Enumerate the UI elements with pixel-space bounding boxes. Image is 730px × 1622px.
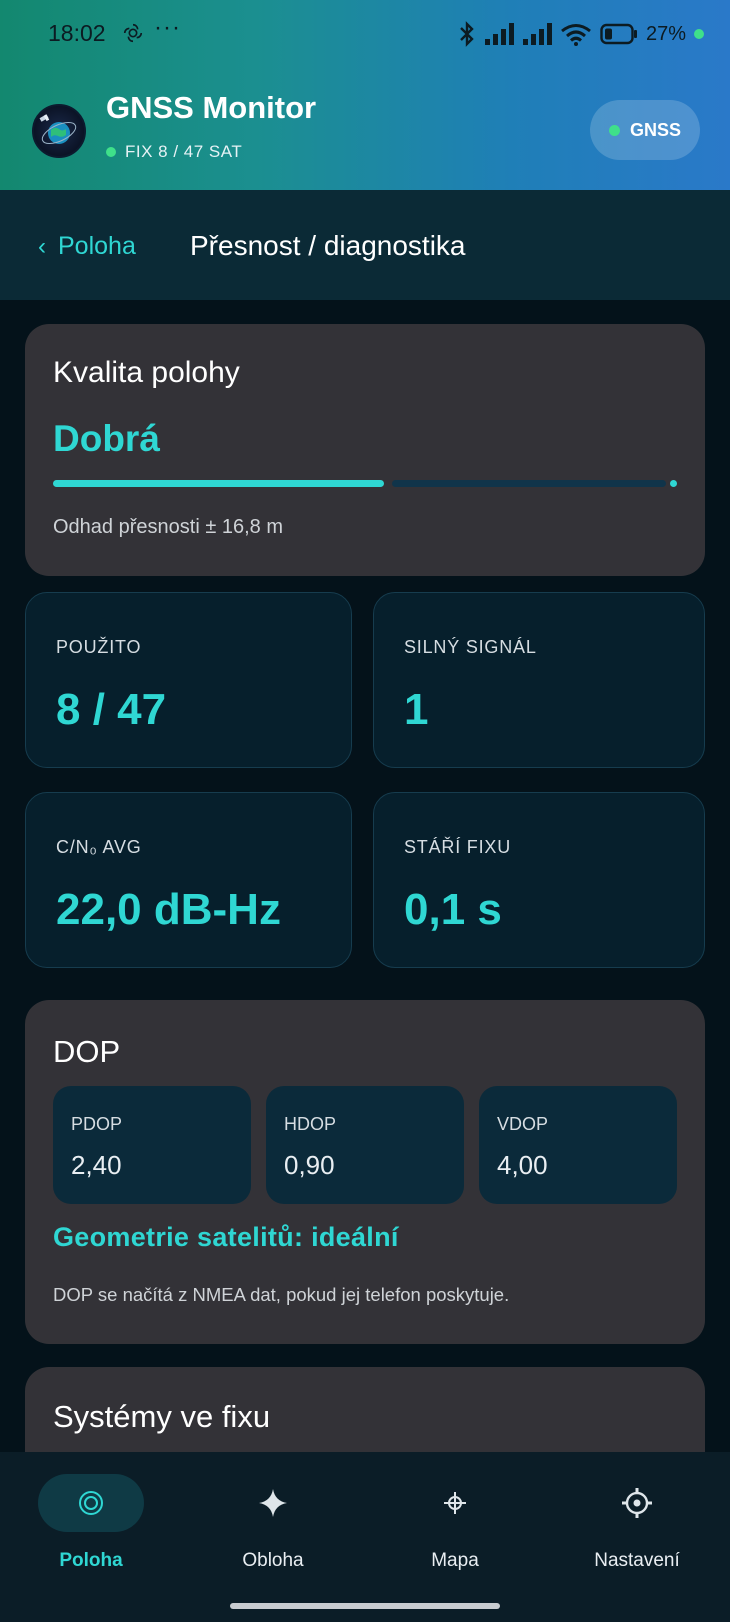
dop-hdop: HDOP 0,90: [266, 1086, 464, 1204]
app-logo-icon: [32, 104, 86, 158]
stat-used-label: POUŽITO: [56, 637, 142, 657]
battery-percent: 27%: [645, 22, 686, 45]
dop-note: DOP se načítá z NMEA dat, pokud jej tele…: [53, 1284, 510, 1305]
stat-used-value: 8 / 47: [56, 685, 167, 734]
sparkle-icon: [259, 1489, 287, 1517]
nav-label-mapa: Mapa: [431, 1550, 479, 1571]
quality-progress-fill: [53, 480, 384, 487]
satellite-globe-icon: [39, 114, 77, 145]
gnss-pill-label: GNSS: [629, 119, 681, 140]
stat-strong-signal-label: SILNÝ SIGNÁL: [404, 637, 537, 657]
chatgpt-icon: [123, 23, 143, 43]
dop-card: DOP PDOP 2,40 HDOP 0,90 VDOP 4,00 Geomet…: [25, 1000, 705, 1344]
nav-label-poloha: Poloha: [59, 1550, 123, 1571]
chevron-left-icon: ‹: [38, 232, 46, 260]
stat-strong-signal-value: 1: [404, 685, 429, 734]
stat-cn0-avg-label: C/N₀ AVG: [56, 837, 142, 857]
signal-icon-1: [484, 23, 514, 45]
battery-icon: [600, 23, 637, 45]
dop-vdop-label: VDOP: [497, 1114, 549, 1134]
app-title: GNSS Monitor: [106, 90, 317, 125]
dop-title: DOP: [53, 1034, 121, 1069]
dop-hdop-value: 0,90: [284, 1150, 335, 1180]
quality-progress-bar: [53, 480, 677, 487]
back-button[interactable]: ‹ Poloha: [38, 232, 136, 261]
quality-card: Kvalita polohy Dobrá Odhad přesnosti ± 1…: [25, 324, 705, 576]
dop-hdop-label: HDOP: [284, 1114, 337, 1134]
top-header: 18:02 ··· 27% GNSS Monitor FIX 8 / 47 SA…: [0, 0, 730, 190]
nav-item-obloha[interactable]: Obloha: [182, 1452, 364, 1602]
satellite-geometry: Geometrie satelitů: ideální: [53, 1222, 399, 1252]
bluetooth-icon: [460, 21, 474, 47]
nav-item-poloha[interactable]: Poloha: [0, 1452, 182, 1602]
fix-status-text: FIX 8 / 47 SAT: [125, 142, 243, 161]
accuracy-estimate: Odhad přesnosti ± 16,8 m: [53, 516, 283, 538]
stat-strong-signal: SILNÝ SIGNÁL 1: [373, 592, 705, 768]
status-right: 27%: [458, 20, 704, 48]
status-time: 18:02: [48, 20, 106, 46]
quality-progress-rest: [392, 480, 666, 487]
dop-vdop: VDOP 4,00: [479, 1086, 677, 1204]
back-label: Poloha: [58, 232, 136, 260]
dop-vdop-value: 4,00: [497, 1150, 548, 1180]
systems-title: Systémy ve fixu: [53, 1399, 271, 1434]
stat-fix-age-label: STÁŘÍ FIXU: [404, 837, 512, 857]
nav-label-obloha: Obloha: [242, 1550, 304, 1571]
quality-label: Kvalita polohy: [53, 356, 240, 389]
nav-poloha-indicator: [38, 1474, 144, 1532]
page-title: Přesnost / diagnostika: [190, 230, 466, 261]
stat-fix-age: STÁŘÍ FIXU 0,1 s: [373, 792, 705, 968]
bottom-nav: Poloha Obloha Mapa Nastavení: [0, 1452, 730, 1622]
nav-item-nastaveni[interactable]: Nastavení: [546, 1452, 728, 1602]
crosshair-icon: [444, 1492, 466, 1514]
dop-pdop-value: 2,40: [71, 1150, 122, 1180]
gnss-live-dot: [608, 124, 620, 136]
home-indicator[interactable]: [230, 1603, 500, 1609]
gear-icon: [622, 1488, 652, 1518]
fix-live-dot: [106, 147, 116, 157]
quality-value: Dobrá: [53, 418, 160, 459]
app-bar: GNSS Monitor FIX 8 / 47 SAT GNSS: [0, 68, 730, 190]
stat-fix-age-value: 0,1 s: [404, 885, 502, 934]
nav-nastaveni-indicator: [584, 1474, 690, 1532]
target-icon: [79, 1491, 103, 1515]
subnav-bar: ‹ Poloha Přesnost / diagnostika: [0, 190, 730, 300]
privacy-dot: [694, 29, 704, 39]
signal-icon-2: [522, 23, 552, 45]
status-bar: 18:02 ··· 27%: [0, 0, 730, 68]
stat-cn0-avg-value: 22,0 dB-Hz: [56, 885, 281, 934]
nav-mapa-indicator: [402, 1474, 508, 1532]
stat-used: POUŽITO 8 / 47: [25, 592, 352, 768]
gnss-status-pill[interactable]: GNSS: [590, 100, 700, 160]
fix-status: FIX 8 / 47 SAT: [106, 142, 242, 162]
nav-label-nastaveni: Nastavení: [594, 1550, 680, 1571]
dop-pdop: PDOP 2,40: [53, 1086, 251, 1204]
nav-obloha-indicator: [220, 1474, 326, 1532]
nav-item-mapa[interactable]: Mapa: [364, 1452, 546, 1602]
status-more: ···: [154, 14, 181, 41]
wifi-icon: [561, 24, 591, 46]
stat-cn0-avg: C/N₀ AVG 22,0 dB-Hz: [25, 792, 352, 968]
quality-progress-end-dot: [670, 480, 677, 487]
dop-pdop-label: PDOP: [71, 1114, 123, 1134]
